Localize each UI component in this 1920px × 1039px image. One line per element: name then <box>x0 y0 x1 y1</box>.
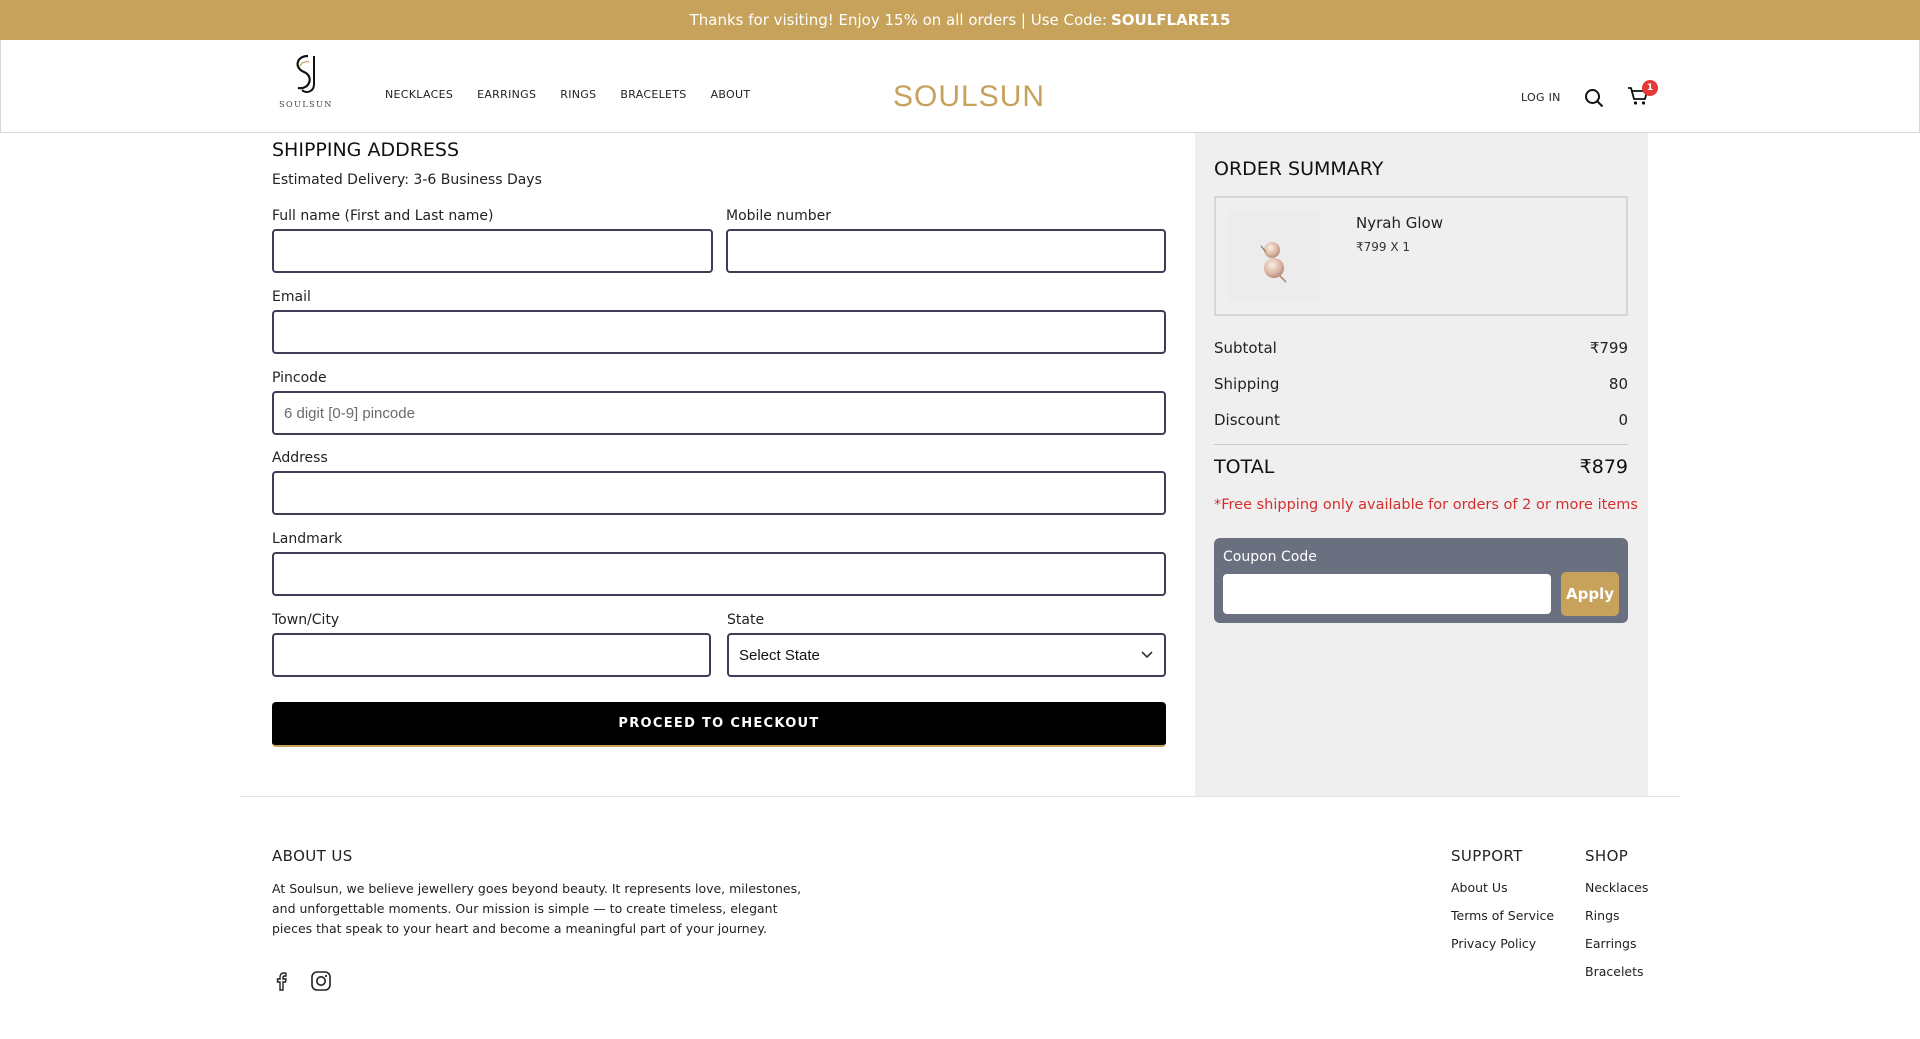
pincode-input[interactable] <box>284 404 1154 422</box>
address-label: Address <box>272 450 328 466</box>
pincode-label: Pincode <box>272 370 327 386</box>
promo-bar: Thanks for visiting! Enjoy 15% on all or… <box>0 0 1920 40</box>
mobile-label: Mobile number <box>726 208 832 224</box>
instagram-icon[interactable] <box>310 970 332 996</box>
footer-link-rings[interactable]: Rings <box>1585 908 1620 923</box>
city-field[interactable] <box>272 633 711 677</box>
order-summary-title: ORDER SUMMARY <box>1214 158 1384 180</box>
discount-value: 0 <box>1618 411 1628 429</box>
footer-divider <box>240 796 1680 797</box>
email-field[interactable] <box>272 310 1166 354</box>
coupon-input[interactable] <box>1223 574 1551 614</box>
chevron-down-icon <box>1141 651 1153 659</box>
cart-item: Nyrah Glow ₹799 X 1 <box>1214 196 1628 316</box>
brand-wordmark[interactable]: SOULSUN <box>893 80 1045 114</box>
cart-count-badge: 1 <box>1642 80 1658 96</box>
subtotal-value: ₹799 <box>1589 339 1628 357</box>
nav-earrings[interactable]: EARRINGS <box>477 88 536 101</box>
subtotal-row: Subtotal ₹799 <box>1214 339 1628 357</box>
shipping-value: 80 <box>1608 375 1628 393</box>
address-input[interactable] <box>284 484 1154 502</box>
promo-text: Thanks for visiting! Enjoy 15% on all or… <box>689 11 1107 29</box>
mobile-field[interactable] <box>726 229 1166 273</box>
state-select-value: Select State <box>739 646 820 664</box>
subtotal-label: Subtotal <box>1214 339 1277 357</box>
state-select[interactable]: Select State <box>727 633 1166 677</box>
free-shipping-note: *Free shipping only available for orders… <box>1214 497 1638 513</box>
fullname-input[interactable] <box>284 242 701 260</box>
facebook-icon[interactable] <box>272 970 292 996</box>
mobile-input[interactable] <box>738 242 1154 260</box>
footer-link-earrings[interactable]: Earrings <box>1585 936 1636 951</box>
address-field[interactable] <box>272 471 1166 515</box>
fullname-field[interactable] <box>272 229 713 273</box>
shipping-row: Shipping 80 <box>1214 375 1628 393</box>
pincode-field[interactable] <box>272 391 1166 435</box>
discount-label: Discount <box>1214 411 1280 429</box>
summary-divider <box>1214 444 1628 445</box>
product-name[interactable]: Nyrah Glow <box>1356 214 1443 232</box>
landmark-field[interactable] <box>272 552 1166 596</box>
logo-mark-icon <box>296 54 315 93</box>
city-input[interactable] <box>284 646 699 664</box>
footer-shop-title: SHOP <box>1585 847 1629 865</box>
email-input[interactable] <box>284 323 1154 341</box>
product-price-qty: ₹799 X 1 <box>1356 240 1411 254</box>
product-image <box>1228 210 1320 302</box>
site-header: SOULSUN NECKLACES EARRINGS RINGS BRACELE… <box>0 40 1920 133</box>
shipping-title: SHIPPING ADDRESS <box>272 139 460 161</box>
total-label: TOTAL <box>1214 456 1275 478</box>
nav-necklaces[interactable]: NECKLACES <box>385 88 453 101</box>
apply-coupon-button[interactable]: Apply <box>1561 572 1619 616</box>
footer-link-bracelets[interactable]: Bracelets <box>1585 964 1644 979</box>
delivery-estimate: Estimated Delivery: 3-6 Business Days <box>272 172 542 188</box>
coupon-label: Coupon Code <box>1223 549 1317 565</box>
logo[interactable]: SOULSUN <box>271 52 341 122</box>
login-link[interactable]: LOG IN <box>1521 91 1561 104</box>
nav-rings[interactable]: RINGS <box>560 88 596 101</box>
footer-link-about-us[interactable]: About Us <box>1451 880 1508 895</box>
total-row: TOTAL ₹879 <box>1214 456 1628 478</box>
footer-link-privacy[interactable]: Privacy Policy <box>1451 936 1536 951</box>
proceed-to-checkout-button[interactable]: PROCEED TO CHECKOUT <box>272 702 1166 747</box>
search-icon[interactable] <box>1584 88 1604 112</box>
footer-link-necklaces[interactable]: Necklaces <box>1585 880 1648 895</box>
footer-about-title: ABOUT US <box>272 847 353 865</box>
footer-support-title: SUPPORT <box>1451 847 1523 865</box>
footer-link-terms[interactable]: Terms of Service <box>1451 908 1554 923</box>
discount-row: Discount 0 <box>1214 411 1628 429</box>
state-label: State <box>727 612 765 628</box>
nav-about[interactable]: ABOUT <box>711 88 751 101</box>
logo-text: SOULSUN <box>279 100 333 109</box>
fullname-label: Full name (First and Last name) <box>272 208 494 224</box>
landmark-label: Landmark <box>272 531 343 547</box>
footer-about-text: At Soulsun, we believe jewellery goes be… <box>272 881 802 936</box>
email-label: Email <box>272 289 311 305</box>
nav-bracelets[interactable]: BRACELETS <box>620 88 686 101</box>
promo-code: SOULFLARE15 <box>1111 11 1231 29</box>
city-label: Town/City <box>272 612 340 628</box>
landmark-input[interactable] <box>284 565 1154 583</box>
total-value: ₹879 <box>1579 456 1628 478</box>
main-nav: NECKLACES EARRINGS RINGS BRACELETS ABOUT <box>385 88 750 101</box>
shipping-label: Shipping <box>1214 375 1280 393</box>
coupon-box: Coupon Code Apply <box>1214 538 1628 623</box>
